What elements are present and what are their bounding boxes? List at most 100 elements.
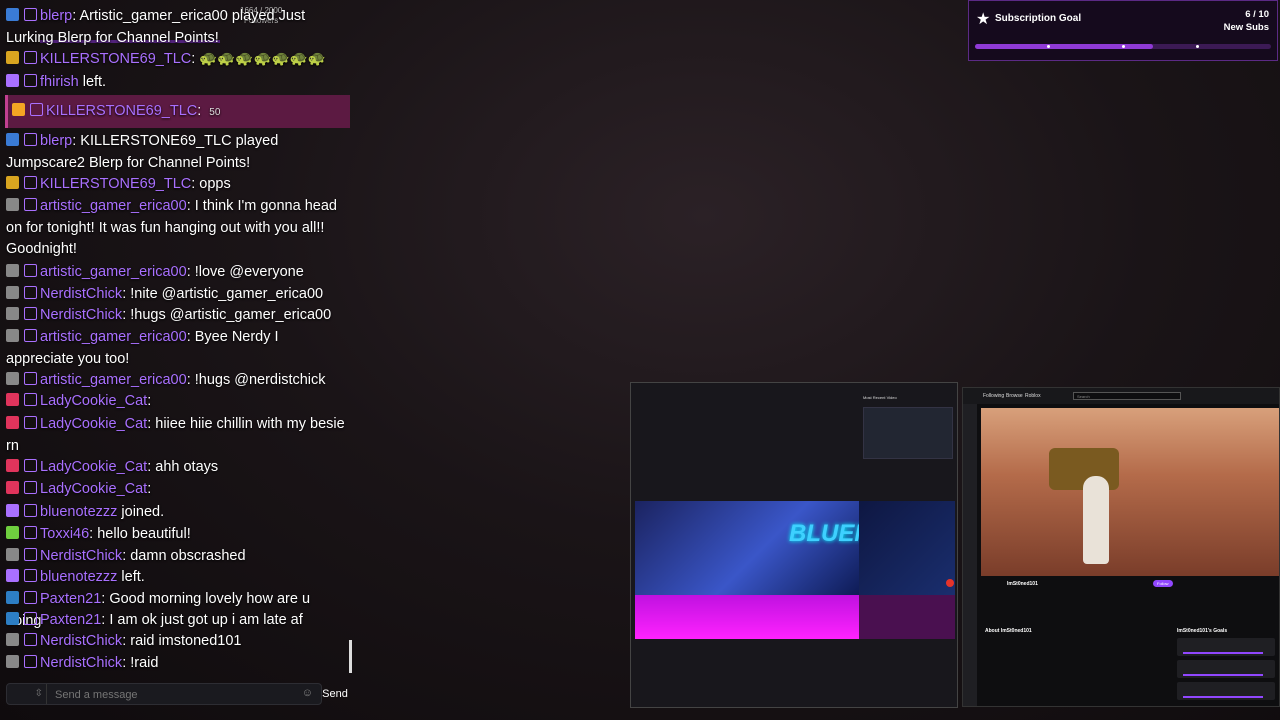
twitch-channel-preview[interactable]: Following Browse Roblox Search ImSt0ned1…: [962, 387, 1280, 707]
goal-box: [1177, 660, 1275, 678]
chat-text: : ahh otays: [147, 459, 219, 475]
goal-title: Subscription Goal: [995, 13, 1082, 24]
chat-message: LadyCookie_Cat: hiiee hiie chillin with …: [6, 414, 348, 457]
chat-text: :: [147, 481, 152, 497]
chat-username[interactable]: NerdistChick: [40, 286, 122, 302]
chat-username[interactable]: NerdistChick: [40, 307, 122, 323]
twitch-icon: [24, 176, 37, 189]
chat-message: bluenotezzz left.: [6, 567, 348, 589]
send-button[interactable]: Send: [320, 685, 350, 703]
chat-text: : !hugs @artistic_gamer_erica00: [122, 307, 332, 323]
chat-message: LadyCookie_Cat: ahh otays: [6, 457, 348, 479]
twitch-icon: [24, 393, 37, 406]
user-badge-icon: [6, 307, 19, 320]
chat-text: : I am ok just got up i am late af: [101, 612, 303, 628]
twitch-icon: [24, 51, 37, 64]
chat-message: blerp: Artistic_gamer_erica00 played Jus…: [6, 6, 348, 49]
twitch-icon: [24, 74, 37, 87]
follow-button[interactable]: Follow: [1153, 580, 1173, 587]
user-badge-icon: [6, 655, 19, 668]
user-badge-icon: [6, 51, 19, 64]
chat-message-input[interactable]: [53, 684, 297, 706]
chat-message: KILLERSTONE69_TLC: opps: [6, 174, 348, 196]
chat-username[interactable]: Paxten21: [40, 612, 101, 628]
nav-browse[interactable]: Browse: [1006, 393, 1023, 399]
chat-username[interactable]: LadyCookie_Cat: [40, 481, 147, 497]
user-badge-icon: [6, 198, 19, 211]
user-badge-icon: [6, 481, 19, 494]
chat-username[interactable]: KILLERSTONE69_TLC: [40, 176, 191, 192]
chat-message: NerdistChick: damn obscrashed: [6, 546, 348, 568]
chat-username[interactable]: NerdistChick: [40, 655, 122, 671]
chat-username[interactable]: artistic_gamer_erica00: [40, 264, 187, 280]
nav-following[interactable]: Following: [983, 393, 1004, 399]
goal-count-value: 6 / 10: [1245, 9, 1269, 20]
chat-username[interactable]: blerp: [40, 8, 72, 24]
chat-message: NerdistChick: !raid: [6, 653, 348, 675]
emote-picker-icon[interactable]: ☺: [302, 687, 313, 699]
chat-username[interactable]: KILLERSTONE69_TLC: [40, 51, 191, 67]
chat-username[interactable]: bluenotezzz: [40, 569, 117, 585]
user-badge-icon: [6, 548, 19, 561]
goal-box: [1177, 638, 1275, 656]
user-badge-icon: [6, 526, 19, 539]
chat-username[interactable]: Paxten21: [40, 591, 101, 607]
chat-username[interactable]: LadyCookie_Cat: [40, 393, 147, 409]
chat-text: : !hugs @nerdistchick: [186, 372, 326, 388]
user-badge-icon: [6, 133, 19, 146]
user-badge-icon: [6, 416, 19, 429]
chat-text: : !nite @artistic_gamer_erica00: [122, 286, 324, 302]
chat-text: : !love @everyone: [186, 264, 304, 280]
stream-preview-window[interactable]: Most Recent Video BLUENOTEZ: [630, 382, 958, 708]
nav-roblox[interactable]: Roblox: [1025, 393, 1041, 399]
user-badge-icon: [6, 569, 19, 582]
chat-mode-select[interactable]: ⇳: [9, 684, 47, 704]
record-icon: [946, 579, 954, 587]
chat-message: Paxten21: I am ok just got up i am late …: [6, 610, 348, 632]
star-icon: ★: [976, 11, 991, 28]
user-badge-icon: [6, 633, 19, 646]
user-badge-icon: [6, 504, 19, 517]
chat-message: artistic_gamer_erica00: Byee Nerdy I app…: [6, 327, 348, 370]
chat-username[interactable]: LadyCookie_Cat: [40, 459, 147, 475]
chat-username[interactable]: KILLERSTONE69_TLC: [46, 103, 197, 119]
chat-username[interactable]: NerdistChick: [40, 548, 122, 564]
followed-channels-sidebar[interactable]: [963, 404, 977, 706]
chat-input-box[interactable]: ⇳ ☺: [6, 683, 322, 706]
chat-text: : !raid: [122, 655, 159, 671]
chat-username[interactable]: NerdistChick: [40, 633, 122, 649]
stream-video[interactable]: [981, 408, 1279, 576]
user-badge-icon: [6, 176, 19, 189]
banner-magenta-strip: [635, 595, 859, 639]
chat-username[interactable]: Toxxi46: [40, 526, 89, 542]
user-badge-icon: [6, 74, 19, 87]
chat-username[interactable]: fhirish: [40, 74, 79, 90]
streamer-name[interactable]: ImSt0ned101: [1007, 581, 1038, 587]
banner-extension: [859, 501, 955, 595]
twitch-icon: [24, 133, 37, 146]
user-badge-icon: [6, 8, 19, 21]
chat-username[interactable]: blerp: [40, 133, 72, 149]
twitch-icon: [24, 526, 37, 539]
chat-username[interactable]: artistic_gamer_erica00: [40, 198, 187, 214]
chat-text: :: [197, 103, 202, 119]
chat-username[interactable]: artistic_gamer_erica00: [40, 372, 187, 388]
chat-scrollbar[interactable]: [349, 640, 352, 673]
chat-text: left.: [117, 569, 145, 585]
chat-username[interactable]: bluenotezzz: [40, 504, 117, 520]
goal-unit: New Subs: [1223, 22, 1269, 33]
chat-message: Toxxi46: hello beautiful!: [6, 524, 348, 546]
chat-username[interactable]: LadyCookie_Cat: [40, 416, 147, 432]
chat-message: NerdistChick: raid imstoned101: [6, 631, 348, 653]
user-badge-icon: [6, 286, 19, 299]
twitch-search-input[interactable]: Search: [1073, 392, 1181, 400]
twitch-icon: [24, 286, 37, 299]
twitch-icon: [24, 504, 37, 517]
goal-tick: [1047, 45, 1050, 48]
about-heading: About ImSt0ned101: [985, 628, 1032, 634]
chat-username[interactable]: artistic_gamer_erica00: [40, 329, 187, 345]
recent-video-thumbnail[interactable]: [863, 407, 953, 459]
chat-message: LadyCookie_Cat:: [6, 391, 348, 413]
chat-message: NerdistChick: !hugs @artistic_gamer_eric…: [6, 305, 348, 327]
twitch-icon: [24, 459, 37, 472]
